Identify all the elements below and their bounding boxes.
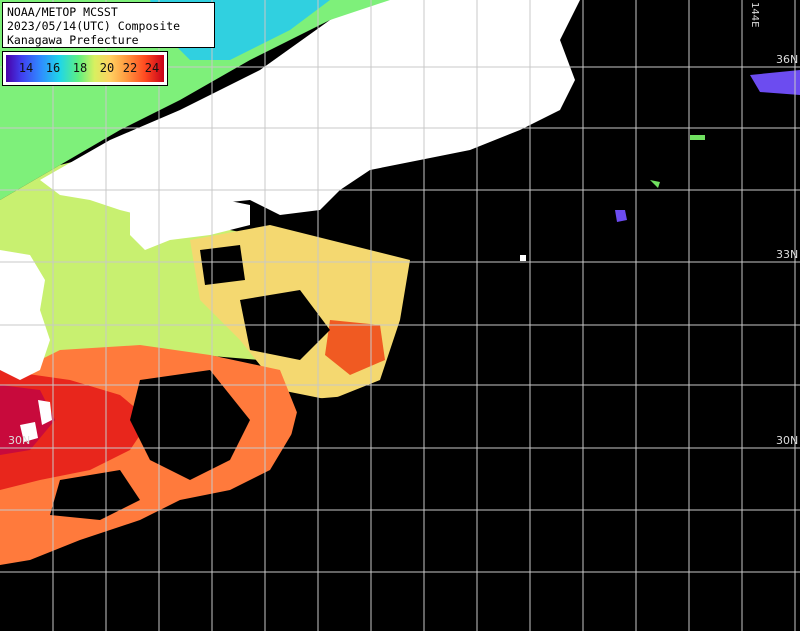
sst-green-specks (650, 135, 705, 188)
sst-map-window: 36N 33N 30N 30N 144E NOAA/METOP MCSST 20… (0, 0, 800, 631)
color-legend: 14 16 18 20 22 24 (2, 51, 168, 86)
lon-label-144e: 144E (749, 2, 760, 28)
title-box: NOAA/METOP MCSST 2023/05/14(UTC) Composi… (2, 2, 215, 48)
lat-label-33n: 33N (776, 248, 799, 261)
lat-label-30n-right: 30N (776, 434, 799, 447)
title-date: 2023/05/14(UTC) Composite (7, 19, 181, 33)
legend-tick: 14 (18, 61, 34, 75)
izu-islands (520, 255, 526, 261)
title-region: Kanagawa Prefecture (7, 33, 139, 47)
legend-tick: 24 (144, 61, 160, 75)
legend-tick: 18 (72, 61, 88, 75)
title-source: NOAA/METOP MCSST (7, 5, 118, 19)
lat-label-30n-left: 30N (8, 434, 31, 447)
legend-tick: 16 (45, 61, 61, 75)
sst-map (0, 0, 800, 631)
lat-label-36n: 36N (776, 53, 799, 66)
legend-colorbar: 14 16 18 20 22 24 (6, 55, 164, 82)
legend-tick: 22 (122, 61, 138, 75)
legend-tick: 20 (99, 61, 115, 75)
